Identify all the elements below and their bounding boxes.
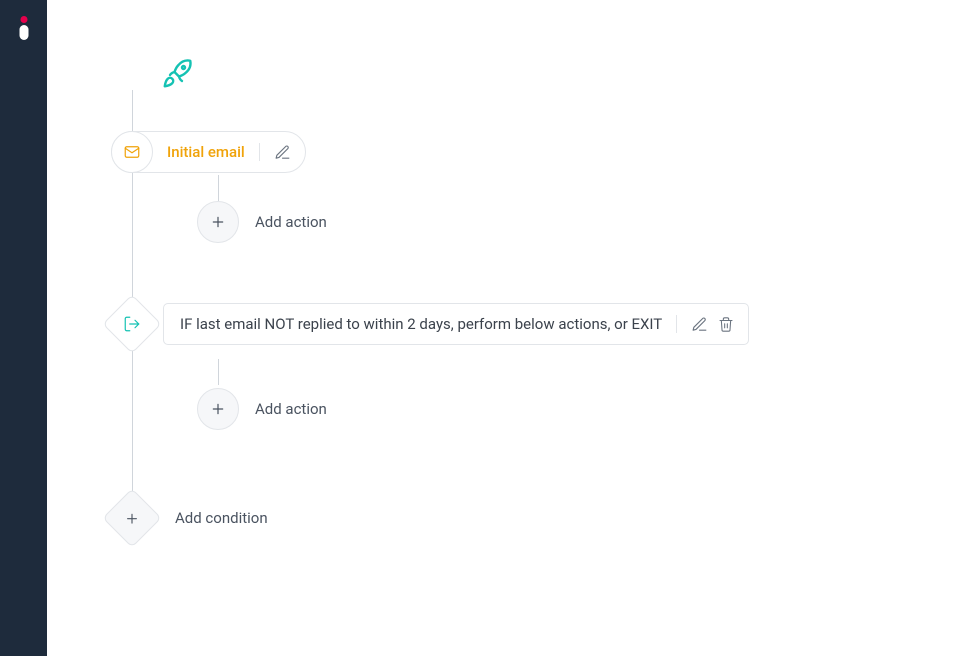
plus-icon [210,401,226,417]
envelope-icon [123,143,141,161]
delete-button[interactable] [718,316,734,333]
add-action-row: Add action [197,201,327,243]
initial-email-node[interactable]: Initial email [111,131,306,173]
add-action-button[interactable] [197,201,239,243]
connector-line [218,175,219,201]
connector-line [218,359,219,385]
add-condition-button[interactable] [102,488,161,547]
add-action-label: Add action [255,213,327,231]
add-action-row: Add action [197,388,327,430]
start-node [161,54,197,90]
add-action-label: Add action [255,400,327,418]
connector-line [132,346,133,498]
logo-dot-white [19,25,28,40]
logo-dot-red [20,16,27,23]
connector-line [132,90,133,131]
condition-diamond [102,294,161,353]
plus-icon [125,511,140,526]
initial-email-label: Initial email [153,143,259,161]
condition-pill: IF last email NOT replied to within 2 da… [163,303,749,345]
add-action-button[interactable] [197,388,239,430]
workflow-canvas: Initial email Add action [47,0,960,656]
app-logo [19,16,28,40]
condition-label: IF last email NOT replied to within 2 da… [180,315,676,333]
condition-node[interactable]: IF last email NOT replied to within 2 da… [111,303,749,345]
exit-icon [123,315,141,333]
edit-button[interactable] [274,144,291,161]
edit-button[interactable] [691,316,708,333]
sidebar [0,0,47,656]
connector-line [132,173,133,301]
rocket-icon [161,54,197,90]
add-condition-row: Add condition [111,497,268,539]
plus-icon [210,214,226,230]
node-icon-circle [111,131,153,173]
add-condition-label: Add condition [175,509,268,527]
